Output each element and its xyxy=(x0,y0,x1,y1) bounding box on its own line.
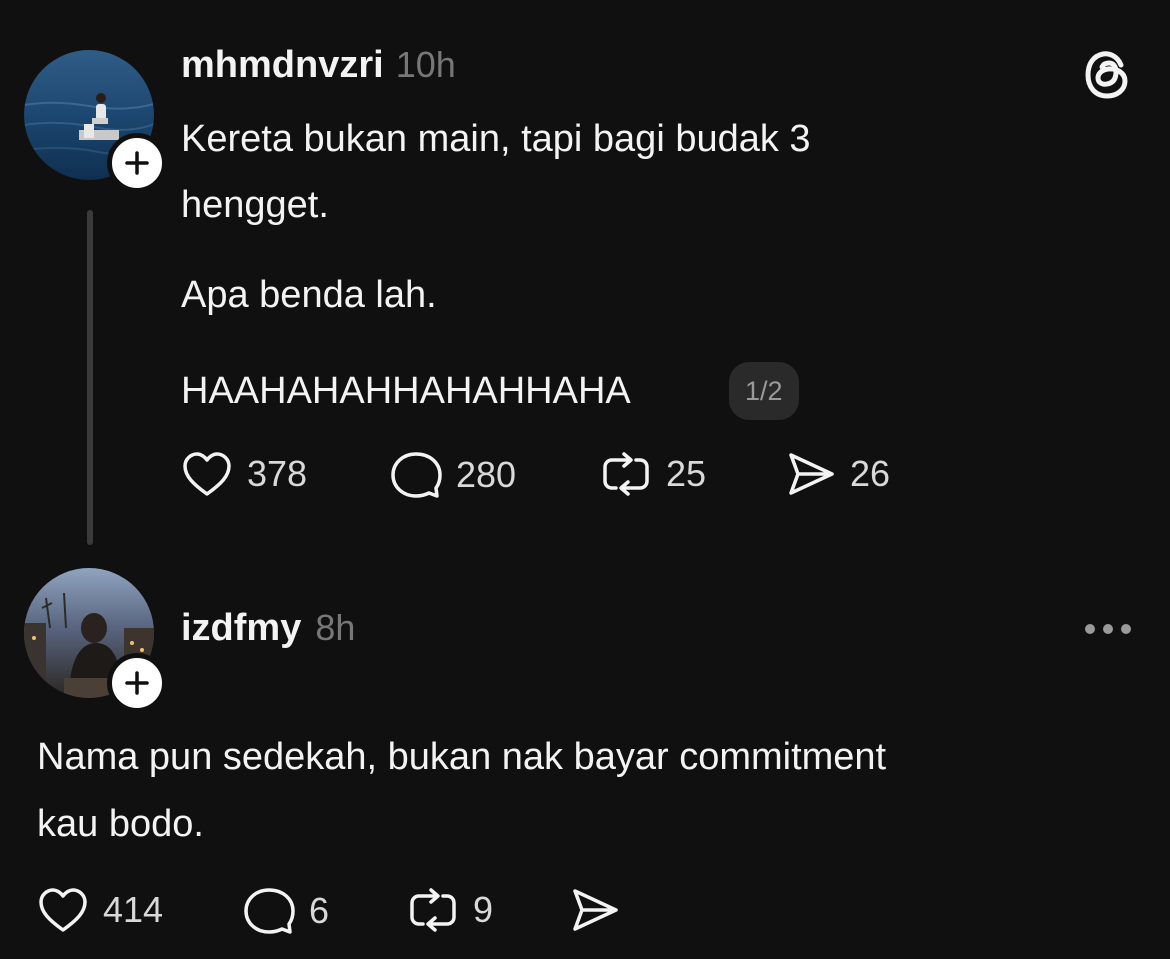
post-header: mhmdnvzri 10h xyxy=(181,44,456,94)
comment-bubble-icon xyxy=(390,450,442,500)
reply-like-count: 414 xyxy=(103,889,164,930)
reply-text-line-2: kau bodo. xyxy=(37,803,204,845)
post-text-line-3: Apa benda lah. xyxy=(181,274,437,316)
post-text-line-1: Kereta bukan main, tapi bagi budak 3 xyxy=(181,118,811,160)
reply-repost-button[interactable]: 9 xyxy=(407,886,493,934)
reply-timestamp: 8h xyxy=(315,607,356,648)
heart-icon xyxy=(181,450,233,498)
post-username[interactable]: mhmdnvzri xyxy=(181,44,384,87)
plus-icon xyxy=(125,151,149,175)
reply-comment-count: 6 xyxy=(309,890,330,931)
reply-username[interactable]: izdfmy xyxy=(181,607,301,650)
reply-header: izdfmy 8h xyxy=(181,607,355,657)
post-text-line-4: HAAHAHAHHAHAHHAHA xyxy=(181,370,631,412)
follow-button-izdfmy[interactable] xyxy=(107,653,167,713)
reply-share-button[interactable] xyxy=(570,886,620,934)
plus-icon xyxy=(125,671,149,695)
repost-icon xyxy=(407,886,459,934)
repost-count: 25 xyxy=(666,453,707,494)
thread-connector-line xyxy=(87,210,93,545)
comment-bubble-icon xyxy=(243,886,295,936)
heart-icon xyxy=(37,886,89,934)
reply-repost-count: 9 xyxy=(473,889,494,930)
follow-button-mhmdnvzri[interactable] xyxy=(107,133,167,193)
threads-logo-icon[interactable] xyxy=(1084,49,1132,101)
reply-comment-button[interactable]: 6 xyxy=(243,886,329,936)
more-options-icon[interactable] xyxy=(1084,622,1132,636)
reply-button[interactable]: 280 xyxy=(390,450,516,500)
repost-button[interactable]: 25 xyxy=(600,450,706,498)
post-timestamp: 10h xyxy=(395,44,456,85)
like-button[interactable]: 378 xyxy=(181,450,307,498)
send-icon xyxy=(786,450,836,498)
repost-icon xyxy=(600,450,652,498)
send-icon xyxy=(570,886,620,934)
post-text-line-2: hengget. xyxy=(181,184,329,226)
share-count: 26 xyxy=(850,453,891,494)
thread-page-counter: 1/2 xyxy=(729,362,799,420)
reply-like-button[interactable]: 414 xyxy=(37,886,163,934)
reply-count: 280 xyxy=(456,454,517,495)
like-count: 378 xyxy=(247,453,308,494)
reply-text-line-1: Nama pun sedekah, bukan nak bayar commit… xyxy=(37,736,887,778)
share-button[interactable]: 26 xyxy=(786,450,890,498)
